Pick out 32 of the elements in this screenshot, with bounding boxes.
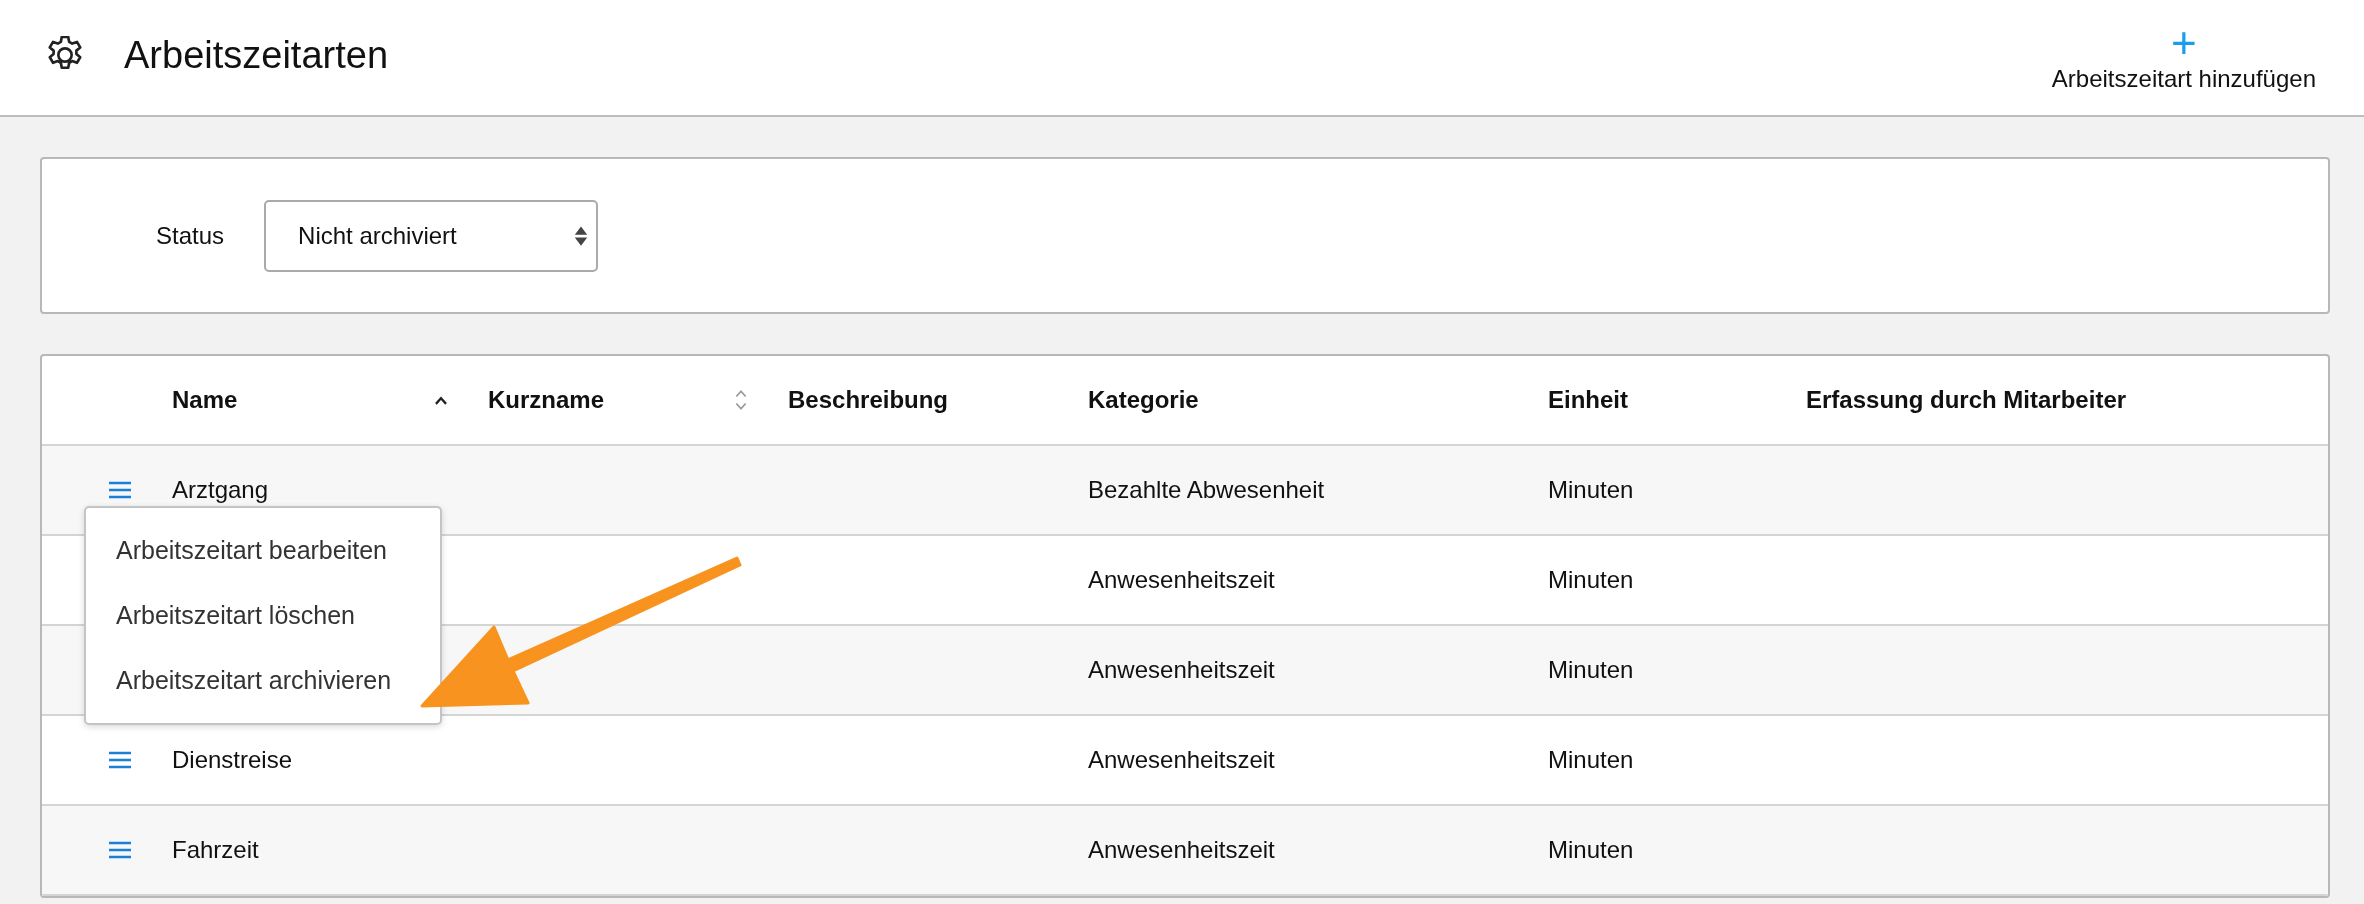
- column-header[interactable]: Kurzname: [488, 386, 605, 414]
- status-label: Status: [156, 221, 225, 250]
- sort-icon[interactable]: [734, 388, 748, 412]
- column-header[interactable]: Name: [172, 386, 238, 414]
- column-header[interactable]: Beschreibung: [788, 386, 949, 414]
- menu-icon[interactable]: [108, 841, 132, 859]
- column-header[interactable]: Erfassung durch Mitarbeiter: [1806, 386, 2127, 414]
- table-cell: Anwesenheitszeit: [1088, 656, 1275, 683]
- table-cell: Minuten: [1548, 656, 1634, 683]
- sort-up-icon[interactable]: [434, 395, 448, 405]
- table-cell: Minuten: [1548, 746, 1634, 773]
- table-cell: Minuten: [1548, 476, 1634, 503]
- table-cell: Anwesenheitszeit: [1088, 566, 1275, 593]
- table-cell: Minuten: [1548, 836, 1634, 863]
- menu-item[interactable]: Arbeitszeitart löschen: [86, 583, 440, 648]
- menu-icon[interactable]: [108, 481, 132, 499]
- table-cell: Bezahlte Abwesenheit: [1088, 476, 1325, 503]
- add-button[interactable]: + Arbeitszeitart hinzufügen: [2039, 14, 2328, 101]
- status-select[interactable]: Nicht archiviert: [264, 199, 599, 272]
- table-cell: Arztgang: [172, 476, 269, 503]
- table-cell: Anwesenheitszeit: [1088, 746, 1275, 773]
- page-title: Arbeitszeitarten: [124, 34, 388, 77]
- table-cell: Fahrzeit: [172, 836, 259, 863]
- menu-icon[interactable]: [108, 751, 132, 769]
- table-cell: Anwesenheitszeit: [1088, 836, 1275, 863]
- menu-item[interactable]: Arbeitszeitart archivieren: [86, 648, 440, 713]
- column-header[interactable]: Kategorie: [1088, 386, 1199, 414]
- menu-item[interactable]: Arbeitszeitart bearbeiten: [86, 518, 440, 583]
- table-cell: Minuten: [1548, 566, 1634, 593]
- table-cell: Dienstreise: [172, 746, 293, 773]
- dropdown-arrows-icon: [574, 224, 589, 247]
- column-header[interactable]: Einheit: [1548, 386, 1628, 414]
